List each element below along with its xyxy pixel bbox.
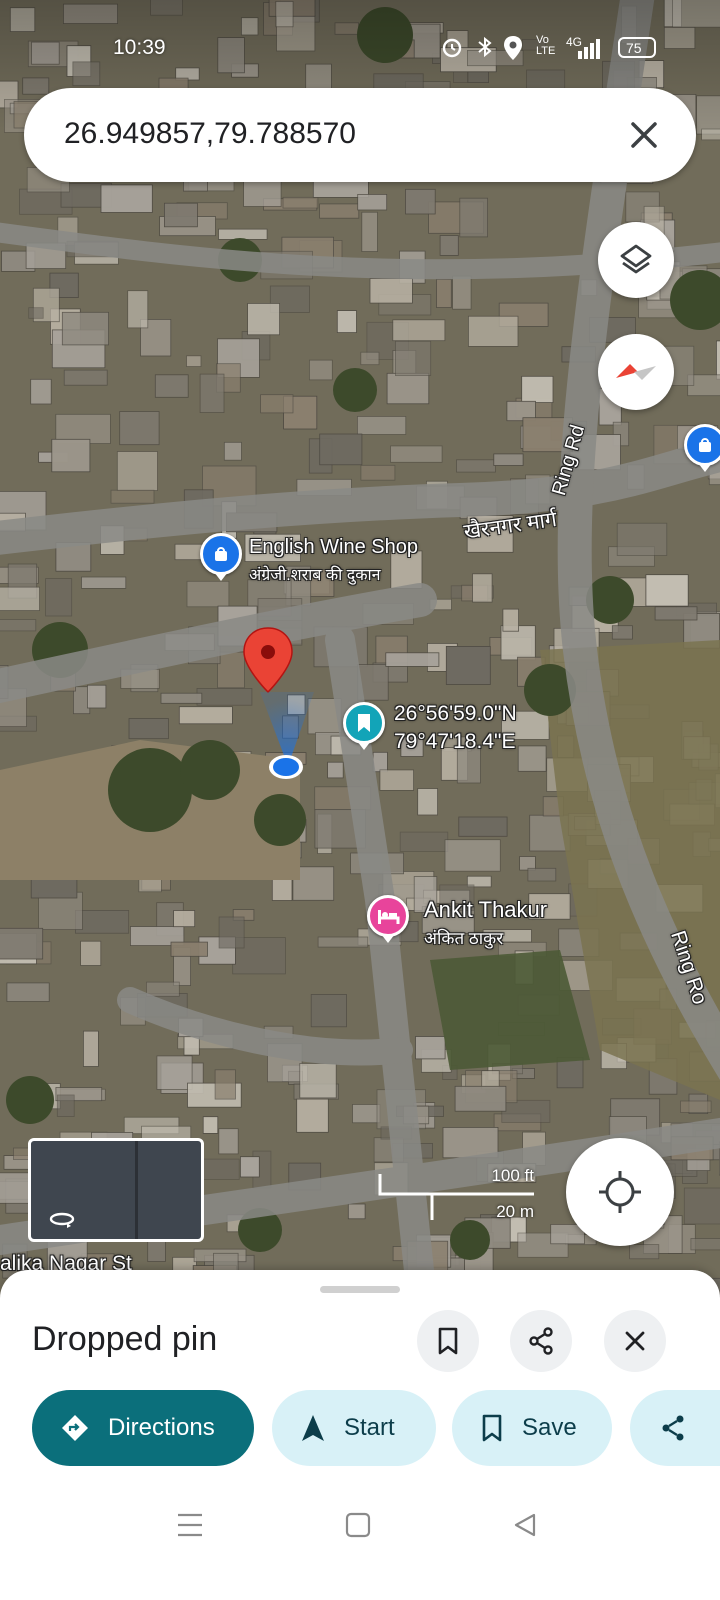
share-icon	[658, 1413, 688, 1443]
my-location-dot	[269, 755, 303, 779]
satellite-map[interactable]: 10:39 Vo LTE 4G 75 26.949857,79.788570 R…	[0, 0, 720, 1310]
location-icon	[504, 36, 522, 60]
poi-label-longitude: 79°47'18.4"E	[394, 730, 516, 753]
search-bar[interactable]: 26.949857,79.788570	[24, 88, 696, 182]
layers-button[interactable]	[598, 222, 674, 298]
layers-icon	[620, 244, 652, 274]
compass-icon	[616, 364, 656, 380]
share-icon-button[interactable]	[510, 1310, 572, 1372]
close-icon[interactable]	[620, 111, 668, 159]
battery-icon: 75	[618, 37, 656, 58]
street-view-minimap[interactable]	[28, 1138, 204, 1242]
bookmark-icon	[358, 714, 370, 732]
scale-bar	[378, 1174, 534, 1220]
battery-level: 75	[626, 40, 642, 56]
poi-marker-coordinates[interactable]	[343, 702, 385, 750]
back-icon[interactable]	[512, 1512, 538, 1538]
shopping-bag-icon	[215, 547, 227, 561]
poi-label-wine-shop[interactable]: English Wine Shop	[249, 536, 418, 559]
poi-sublabel-wine-shop: अंग्रेजी.शराब की दुकान	[249, 567, 381, 584]
poi-label-ankit-thakur[interactable]: Ankit Thakur	[424, 897, 547, 923]
bookmark-icon	[480, 1413, 504, 1443]
home-icon[interactable]	[345, 1512, 371, 1538]
search-query[interactable]: 26.949857,79.788570	[64, 117, 356, 151]
directions-label: Directions	[108, 1414, 215, 1441]
poi-label-latitude[interactable]: 26°56'59.0"N	[394, 702, 517, 726]
poi-sublabel-ankit-thakur: अंकित ठाकुर	[424, 929, 504, 948]
compass-button[interactable]	[598, 334, 674, 410]
satellite-imagery	[0, 0, 720, 1310]
crosshair-icon	[599, 1171, 641, 1213]
map-scale: 100 ft 20 m	[378, 1166, 538, 1222]
my-location-button[interactable]	[566, 1138, 674, 1246]
poi-marker-wine-shop[interactable]	[200, 533, 242, 581]
navigation-arrow-icon	[300, 1413, 326, 1443]
share-button[interactable]	[630, 1390, 720, 1466]
close-sheet-button[interactable]	[604, 1310, 666, 1372]
status-icons: Vo LTE 4G 75	[440, 35, 670, 61]
directions-icon	[60, 1413, 90, 1443]
signal-icon	[578, 39, 600, 59]
bluetooth-icon	[478, 36, 492, 58]
close-icon	[625, 1331, 645, 1351]
start-button[interactable]: Start	[272, 1390, 436, 1466]
place-title: Dropped pin	[32, 1320, 218, 1358]
bookmark-outline-icon	[438, 1327, 458, 1355]
shopping-bag-icon	[699, 438, 711, 452]
system-nav-bar	[0, 1486, 720, 1600]
alarm-icon	[442, 38, 462, 58]
poi-edge-marker[interactable]	[684, 424, 720, 472]
drag-handle[interactable]	[320, 1286, 400, 1293]
volte-indicator: Vo LTE	[536, 34, 556, 57]
recent-apps-icon[interactable]	[176, 1512, 204, 1538]
bed-icon	[378, 910, 400, 924]
share-icon	[529, 1327, 553, 1355]
directions-button[interactable]: Directions	[32, 1390, 254, 1466]
rotate-360-icon	[49, 1212, 75, 1228]
poi-marker-ankit-thakur[interactable]	[367, 895, 409, 943]
save-label: Save	[522, 1414, 577, 1441]
save-button[interactable]: Save	[452, 1390, 612, 1466]
start-label: Start	[344, 1414, 395, 1441]
status-time: 10:39	[113, 36, 166, 59]
dropped-pin-icon[interactable]	[242, 626, 294, 694]
save-icon-button[interactable]	[417, 1310, 479, 1372]
